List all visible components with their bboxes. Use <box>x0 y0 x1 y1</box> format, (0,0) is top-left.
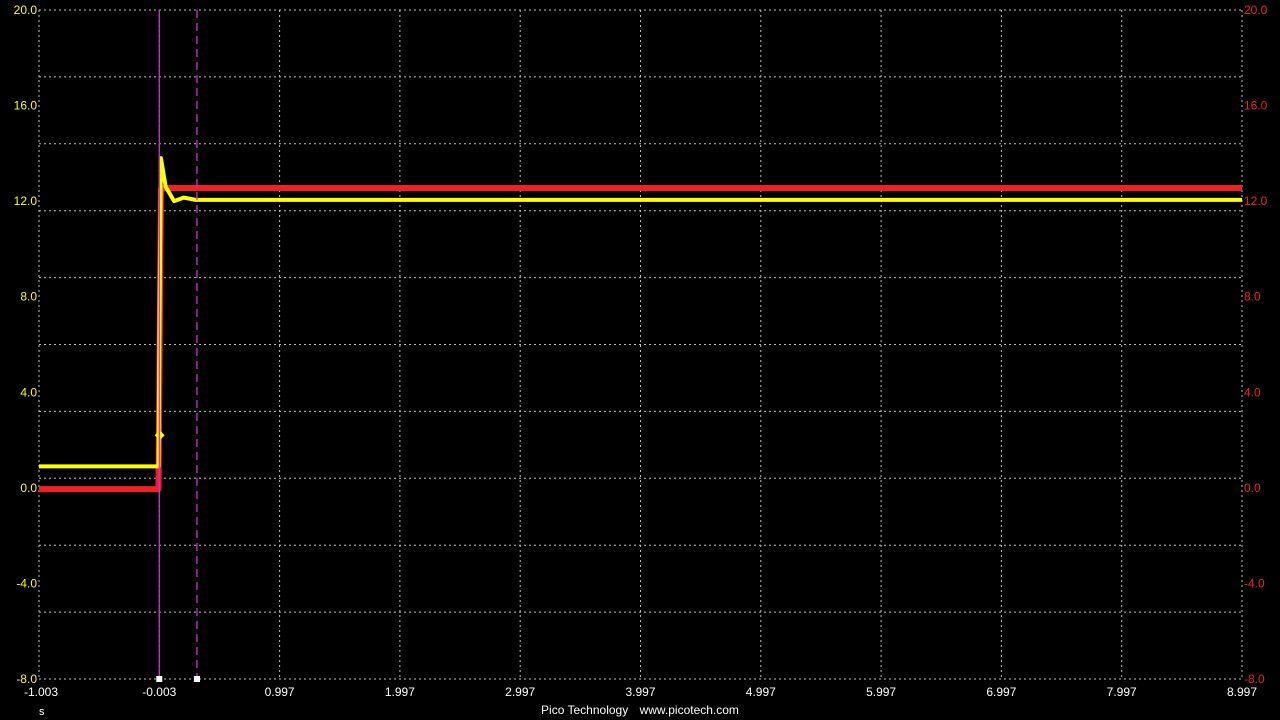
x-tick-label: 4.997 <box>746 685 776 699</box>
y-tick-label-right: -8.0 <box>1244 672 1265 686</box>
y-tick-label-right: 4.0 <box>1244 385 1261 399</box>
chart-traces <box>39 156 1242 493</box>
y-tick-label-right: 16.0 <box>1244 99 1268 113</box>
y-tick-label-right: -4.0 <box>1244 576 1265 590</box>
x-tick-label: 0.997 <box>265 685 295 699</box>
y-tick-label-right: 0.0 <box>1244 481 1261 495</box>
y-tick-label-left: -8.0 <box>16 672 37 686</box>
time-ruler-handle <box>156 676 163 682</box>
y-tick-label-right: 20.0 <box>1244 3 1268 17</box>
y-tick-label-left: 16.0 <box>14 99 38 113</box>
oscilloscope-chart: -8.0 -8.0 -4.0 -4.0 0.0 0.0 4.0 4.0 8.0 8.0 12.0 12… <box>14 3 1268 699</box>
x-tick-label: -1.003 <box>24 685 58 699</box>
x-tick-label: 5.997 <box>866 685 896 699</box>
y-tick-label-left: -4.0 <box>16 576 37 590</box>
footer-brand: Pico Technology <box>541 703 629 717</box>
chart-labels: -8.0 -8.0 -4.0 -4.0 0.0 0.0 4.0 4.0 8.0 8.0 12.0 12… <box>14 3 1268 699</box>
chart-grid <box>38 9 1243 680</box>
x-tick-label: 2.997 <box>505 685 535 699</box>
y-tick-label-left: 0.0 <box>20 481 37 495</box>
chart-cursors <box>156 10 200 682</box>
time-ruler-handle <box>193 676 200 682</box>
x-tick-label: -0.003 <box>142 685 176 699</box>
x-tick-label: 1.997 <box>385 685 415 699</box>
footer-url[interactable]: www.picotech.com <box>640 703 739 717</box>
footer: Pico Technology www.picotech.com <box>0 703 1280 717</box>
x-tick-label: 3.997 <box>625 685 655 699</box>
x-tick-label: 8.997 <box>1227 685 1257 699</box>
y-tick-label-right: 8.0 <box>1244 290 1261 304</box>
y-tick-label-left: 8.0 <box>20 290 37 304</box>
y-tick-label-right: 12.0 <box>1244 194 1268 208</box>
channel-trace <box>39 185 1242 493</box>
y-tick-label-left: 4.0 <box>20 385 37 399</box>
y-tick-label-left: 20.0 <box>14 3 38 17</box>
x-tick-label: 6.997 <box>986 685 1016 699</box>
x-tick-label: 7.997 <box>1107 685 1137 699</box>
y-tick-label-left: 12.0 <box>14 194 38 208</box>
